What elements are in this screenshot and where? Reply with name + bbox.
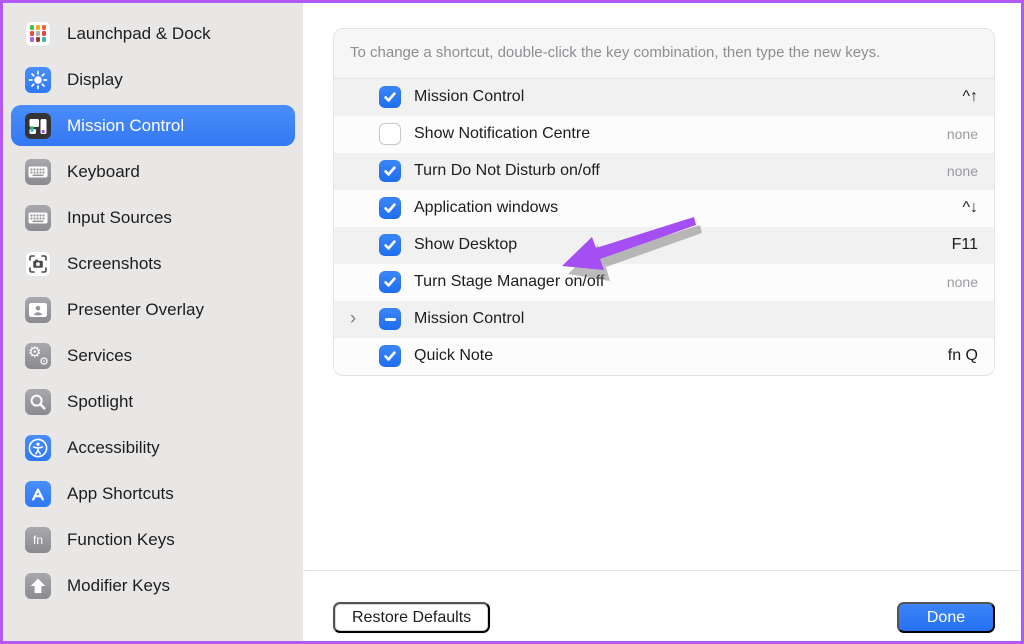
sidebar-item-label: Presenter Overlay xyxy=(67,300,204,320)
shortcut-row-mission-control[interactable]: Mission Control ^↑ xyxy=(334,79,994,116)
instruction-text: To change a shortcut, double-click the k… xyxy=(350,42,942,64)
sidebar-item-label: Accessibility xyxy=(67,438,160,458)
sidebar-item-label: Services xyxy=(67,346,132,366)
row-checkbox[interactable] xyxy=(379,86,401,108)
row-checkbox[interactable] xyxy=(379,123,401,145)
sidebar-item-label: Input Sources xyxy=(67,208,172,228)
shortcut-table: To change a shortcut, double-click the k… xyxy=(333,28,995,376)
shortcut-row-show-notification-centre[interactable]: Show Notification Centre none xyxy=(334,116,994,153)
shortcut-row-application-windows[interactable]: Application windows ^↓ xyxy=(334,190,994,227)
sidebar-item-display[interactable]: Display xyxy=(11,59,295,100)
sidebar-item-mission-control[interactable]: Mission Control xyxy=(11,105,295,146)
row-shortcut[interactable]: ^↑ xyxy=(962,88,978,106)
sidebar-item-label: Screenshots xyxy=(67,254,162,274)
spotlight-icon xyxy=(25,389,51,415)
shortcut-row-mission-control-group[interactable]: Mission Control xyxy=(334,301,994,338)
sidebar-item-modifier-keys[interactable]: Modifier Keys xyxy=(11,565,295,606)
display-icon xyxy=(25,67,51,93)
done-button[interactable]: Done xyxy=(897,602,995,633)
disclosure-chevron-icon[interactable] xyxy=(345,311,361,327)
row-label: Show Desktop xyxy=(414,236,952,254)
sidebar-item-screenshots[interactable]: Screenshots xyxy=(11,243,295,284)
sidebar-item-label: Keyboard xyxy=(67,162,140,182)
row-label: Mission Control xyxy=(414,310,978,328)
row-shortcut[interactable]: none xyxy=(947,163,978,179)
row-checkbox[interactable] xyxy=(379,271,401,293)
sidebar-item-label: Mission Control xyxy=(67,116,184,136)
row-label: Show Notification Centre xyxy=(414,125,947,143)
row-label: Mission Control xyxy=(414,88,962,106)
sidebar-item-label: Spotlight xyxy=(67,392,133,412)
row-shortcut[interactable]: F11 xyxy=(952,236,978,254)
sidebar-item-spotlight[interactable]: Spotlight xyxy=(11,381,295,422)
sidebar-item-accessibility[interactable]: Accessibility xyxy=(11,427,295,468)
row-checkbox[interactable] xyxy=(379,345,401,367)
sidebar-item-input-sources[interactable]: Input Sources xyxy=(11,197,295,238)
sidebar-item-label: App Shortcuts xyxy=(67,484,174,504)
shortcut-row-quick-note[interactable]: Quick Note fn Q xyxy=(334,338,994,375)
row-label: Quick Note xyxy=(414,347,948,365)
row-label: Turn Stage Manager on/off xyxy=(414,273,947,291)
mission-control-icon xyxy=(25,113,51,139)
shortcut-row-turn-stage-manager[interactable]: Turn Stage Manager on/off none xyxy=(334,264,994,301)
footer-divider xyxy=(303,570,1021,571)
launchpad-icon xyxy=(25,21,51,47)
shortcut-row-turn-do-not-disturb[interactable]: Turn Do Not Disturb on/off none xyxy=(334,153,994,190)
sidebar-item-function-keys[interactable]: fn Function Keys xyxy=(11,519,295,560)
sidebar: Launchpad & Dock Display Mission Control… xyxy=(3,3,303,641)
sidebar-item-label: Modifier Keys xyxy=(67,576,170,596)
sidebar-item-label: Launchpad & Dock xyxy=(67,24,211,44)
screenshots-icon xyxy=(25,251,51,277)
sidebar-item-launchpad-dock[interactable]: Launchpad & Dock xyxy=(11,13,295,54)
input-sources-icon xyxy=(25,205,51,231)
services-icon: ⚙⚙ xyxy=(25,343,51,369)
sidebar-item-keyboard[interactable]: Keyboard xyxy=(11,151,295,192)
modifier-keys-icon xyxy=(25,573,51,599)
row-checkbox[interactable] xyxy=(379,160,401,182)
restore-defaults-button[interactable]: Restore Defaults xyxy=(333,602,490,633)
row-checkbox[interactable] xyxy=(379,308,401,330)
keyboard-icon xyxy=(25,159,51,185)
footer: Restore Defaults Done xyxy=(333,602,995,633)
instruction-box: To change a shortcut, double-click the k… xyxy=(334,29,994,79)
row-checkbox[interactable] xyxy=(379,234,401,256)
row-label: Application windows xyxy=(414,199,962,217)
sidebar-item-label: Function Keys xyxy=(67,530,175,550)
sidebar-item-app-shortcuts[interactable]: App Shortcuts xyxy=(11,473,295,514)
accessibility-icon xyxy=(25,435,51,461)
sidebar-item-presenter-overlay[interactable]: Presenter Overlay xyxy=(11,289,295,330)
shortcuts-panel: To change a shortcut, double-click the k… xyxy=(303,3,1021,641)
app-shortcuts-icon xyxy=(25,481,51,507)
presenter-overlay-icon xyxy=(25,297,51,323)
row-label: Turn Do Not Disturb on/off xyxy=(414,162,947,180)
settings-window: Launchpad & Dock Display Mission Control… xyxy=(0,0,1024,644)
row-shortcut[interactable]: none xyxy=(947,274,978,290)
row-shortcut[interactable]: fn Q xyxy=(948,347,978,365)
row-shortcut[interactable]: ^↓ xyxy=(962,199,978,217)
sidebar-item-label: Display xyxy=(67,70,123,90)
row-shortcut[interactable]: none xyxy=(947,126,978,142)
row-checkbox[interactable] xyxy=(379,197,401,219)
shortcut-row-show-desktop[interactable]: Show Desktop F11 xyxy=(334,227,994,264)
function-keys-icon: fn xyxy=(25,527,51,553)
sidebar-item-services[interactable]: ⚙⚙ Services xyxy=(11,335,295,376)
